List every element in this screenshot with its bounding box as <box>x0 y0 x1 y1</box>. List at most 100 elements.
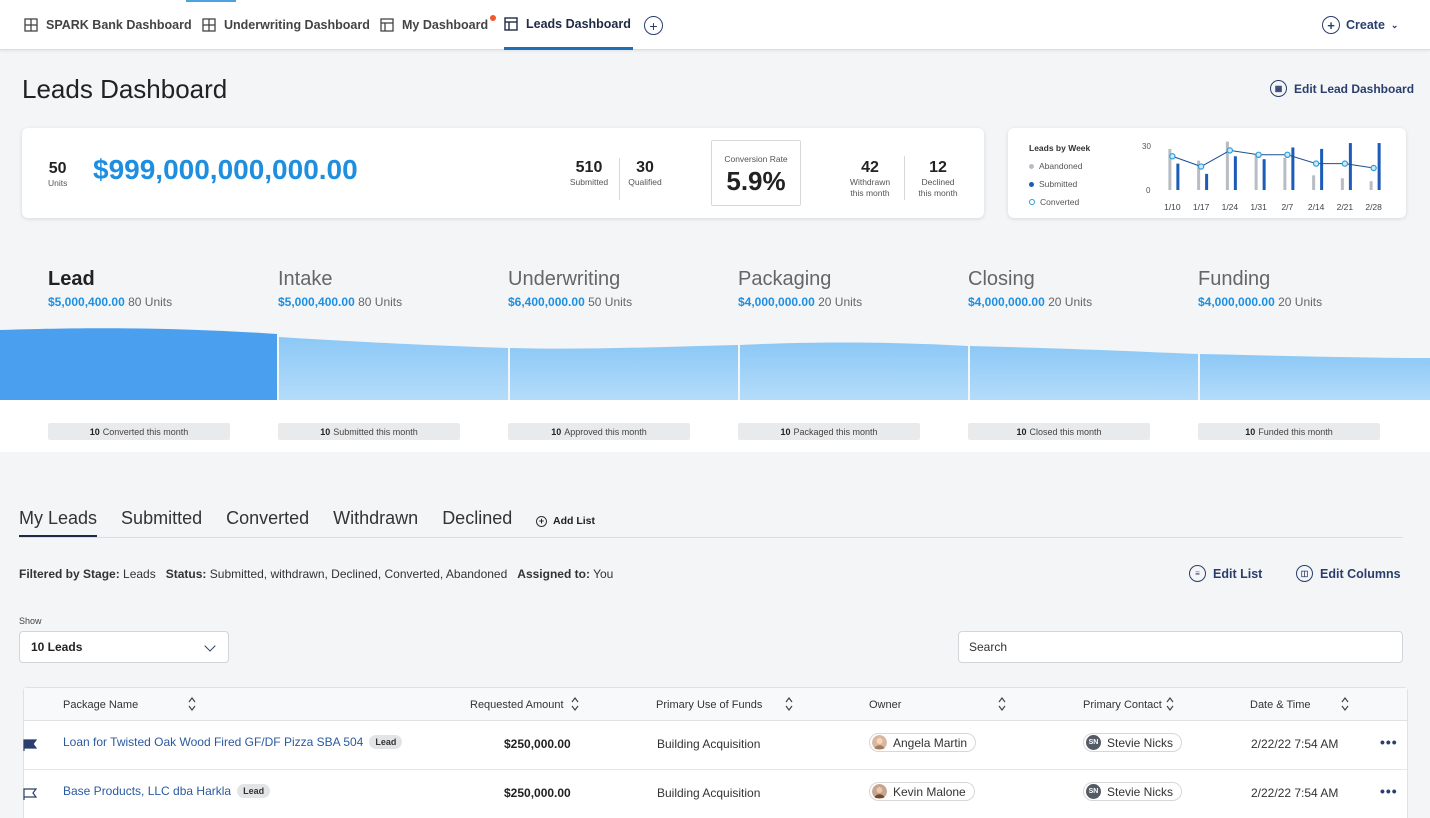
tab-submitted[interactable]: Submitted <box>121 508 202 538</box>
tab-converted[interactable]: Converted <box>226 508 309 538</box>
stage-underwriting[interactable]: Underwriting $6,400,000.00 50 Units <box>508 268 632 309</box>
list-tabs: My Leads Submitted Converted Withdrawn D… <box>19 508 512 538</box>
stage-monthly-pill: 10 Submitted this month <box>278 423 460 440</box>
filter-assigned-value: You <box>593 567 614 581</box>
top-nav: SPARK Bank Dashboard Underwriting Dashbo… <box>0 0 1430 50</box>
pill-count: 10 <box>780 426 791 437</box>
contact-name: Stevie Nicks <box>1107 735 1174 750</box>
stage-units: 20 Units <box>1048 295 1093 309</box>
funnel-segment-lead <box>0 328 277 400</box>
stage-amount: $4,000,000.00 <box>968 295 1045 309</box>
bar-abandoned <box>1340 178 1344 190</box>
requested-amount: $250,000.00 <box>504 737 571 751</box>
pill-count: 10 <box>551 426 562 437</box>
plus-icon: + <box>649 17 658 34</box>
pill-text: Packaged this month <box>793 426 878 437</box>
contact-initials: SN <box>1086 784 1101 799</box>
table-row[interactable]: Loan for Twisted Oak Wood Fired GF/DF Pi… <box>23 721 1407 770</box>
sort-icon[interactable] <box>188 696 196 712</box>
x-tick-label: 1/31 <box>1250 202 1267 212</box>
add-tab-button[interactable]: + <box>644 16 663 35</box>
table-row[interactable]: Base Products, LLC dba Harkla Lead $250,… <box>23 770 1407 818</box>
stage-name: Closing <box>968 268 1035 290</box>
bar-submitted <box>1205 173 1209 190</box>
search-input[interactable] <box>958 631 1403 663</box>
tab-my-leads[interactable]: My Leads <box>19 508 98 538</box>
more-options-icon[interactable]: ••• <box>1380 734 1398 750</box>
stage-amount: $5,000,400.00 <box>48 295 125 309</box>
filter-stage-label: Filtered by Stage: <box>19 567 120 581</box>
flag-icon[interactable] <box>23 739 37 751</box>
flag-outline-icon[interactable] <box>23 788 37 800</box>
stage-intake[interactable]: Intake $5,000,400.00 80 Units <box>278 268 402 309</box>
tab-declined[interactable]: Declined <box>442 508 512 538</box>
legend-submitted: Submitted <box>1029 179 1077 189</box>
edit-dashboard-label: Edit Lead Dashboard <box>1294 81 1415 96</box>
conversion-label: Conversion Rate <box>724 154 788 164</box>
bar-abandoned <box>1283 157 1287 190</box>
add-list-label: Add List <box>553 515 595 527</box>
status-badge: Lead <box>369 735 403 749</box>
stage-name: Funding <box>1198 268 1271 290</box>
sort-icon[interactable] <box>571 696 579 712</box>
x-tick-label: 2/28 <box>1365 202 1382 212</box>
col-primary-use[interactable]: Primary Use of Funds <box>656 699 762 711</box>
stage-monthly-pill: 10 Funded this month <box>1198 423 1380 440</box>
stage-totals: $5,000,400.00 80 Units <box>48 295 172 309</box>
sort-icon[interactable] <box>1341 696 1349 712</box>
stage-totals: $4,000,000.00 20 Units <box>738 295 862 309</box>
contact-chip[interactable]: SN Stevie Nicks <box>1083 782 1183 801</box>
owner-chip[interactable]: Angela Martin <box>869 733 977 752</box>
tab-my-dashboard[interactable]: My Dashboard <box>380 0 497 50</box>
edit-list-button[interactable]: ≡ Edit List <box>1189 565 1262 582</box>
sort-icon[interactable] <box>785 696 793 712</box>
tab-underwriting-dashboard[interactable]: Underwriting Dashboard <box>202 0 370 50</box>
chevron-down-icon <box>204 640 216 652</box>
create-button[interactable]: + Create ⌄ <box>1322 16 1398 34</box>
stage-amount: $5,000,400.00 <box>278 295 355 309</box>
stage-packaging[interactable]: Packaging $4,000,000.00 20 Units <box>738 268 862 309</box>
chart-title: Leads by Week <box>1029 143 1091 153</box>
tab-withdrawn[interactable]: Withdrawn <box>333 508 418 538</box>
stage-totals: $6,400,000.00 50 Units <box>508 295 632 309</box>
col-package-name[interactable]: Package Name <box>63 699 138 711</box>
owner-name: Angela Martin <box>893 735 968 750</box>
add-list-button[interactable]: + Add List <box>536 515 595 527</box>
more-options-icon[interactable]: ••• <box>1380 783 1398 799</box>
sort-icon[interactable] <box>1166 696 1174 712</box>
units-label: Units <box>48 178 68 188</box>
withdrawn-value: 42 <box>861 159 879 176</box>
x-tick-label: 1/10 <box>1164 202 1181 212</box>
sort-icon[interactable] <box>998 696 1006 712</box>
pill-text: Approved this month <box>564 426 647 437</box>
page-title: Leads Dashboard <box>22 74 228 104</box>
pipeline-funnel <box>0 328 1430 400</box>
converted-point <box>1169 153 1176 160</box>
package-name-link[interactable]: Loan for Twisted Oak Wood Fired GF/DF Pi… <box>63 735 403 749</box>
stage-funding[interactable]: Funding $4,000,000.00 20 Units <box>1198 268 1322 309</box>
show-count-select[interactable]: 10 Leads <box>19 631 229 663</box>
tab-leads-dashboard[interactable]: Leads Dashboard <box>504 0 633 50</box>
columns-icon: ◫ <box>1296 565 1313 582</box>
col-date-time[interactable]: Date & Time <box>1250 699 1311 711</box>
status-badge: Lead <box>237 784 271 798</box>
edit-columns-button[interactable]: ◫ Edit Columns <box>1296 565 1401 582</box>
funnel-segment-underwriting <box>510 345 738 400</box>
converted-point <box>1197 163 1205 170</box>
layout-icon <box>380 18 394 32</box>
package-name: Loan for Twisted Oak Wood Fired GF/DF Pi… <box>63 735 364 749</box>
col-primary-contact[interactable]: Primary Contact <box>1083 699 1162 711</box>
col-requested-amount[interactable]: Requested Amount <box>470 699 564 711</box>
owner-chip[interactable]: Kevin Malone <box>869 782 975 801</box>
contact-chip[interactable]: SN Stevie Nicks <box>1083 733 1183 752</box>
col-owner[interactable]: Owner <box>869 699 901 711</box>
stage-closing[interactable]: Closing $4,000,000.00 20 Units <box>968 268 1092 309</box>
stage-units: 20 Units <box>1278 295 1323 309</box>
date-time: 2/22/22 7:54 AM <box>1251 786 1339 800</box>
stage-units: 50 Units <box>588 295 633 309</box>
edit-lead-dashboard-button[interactable]: ▦ Edit Lead Dashboard <box>1270 80 1414 97</box>
stage-lead[interactable]: Lead $5,000,400.00 80 Units <box>48 268 172 309</box>
tab-spark-bank-dashboard[interactable]: SPARK Bank Dashboard <box>24 0 192 50</box>
layout-icon <box>504 16 518 31</box>
package-name-link[interactable]: Base Products, LLC dba Harkla Lead <box>63 784 271 798</box>
